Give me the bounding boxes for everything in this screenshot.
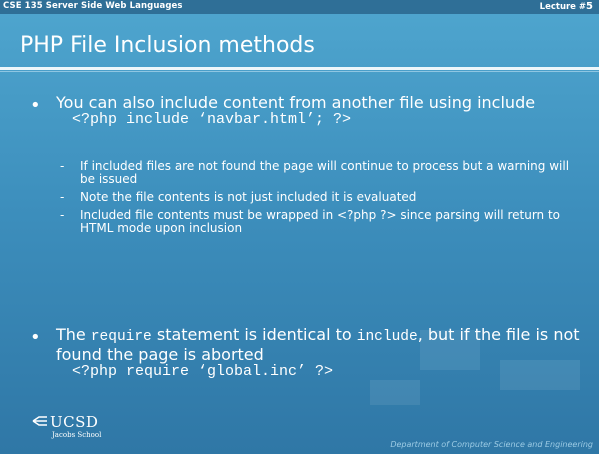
bullet-text-a: You can also include content from anothe… (56, 93, 472, 112)
slide-content: • You can also include content from anot… (0, 74, 599, 386)
bullet-text: The require statement is identical to in… (56, 326, 585, 363)
slide: CSE 135 Server Side Web Languages Lectur… (0, 0, 599, 454)
subpoint-list: - If included files are not found the pag… (60, 160, 580, 240)
bullet-text-mid: statement is identical to (151, 325, 357, 344)
ucsd-logo: UCSD Jacobs School (32, 413, 112, 445)
bullet-text: You can also include content from anothe… (56, 94, 575, 111)
subpoint: - Included file contents must be wrapped … (60, 209, 580, 235)
title-underline (0, 67, 599, 70)
bullet-require: • The require statement is identical to … (30, 326, 585, 381)
dash-marker: - (60, 208, 65, 222)
subpoint-text: If included files are not found the page… (80, 159, 570, 186)
code-example-include: <?php include ‘navbar.html’; ?> (72, 111, 352, 128)
dash-marker: - (60, 159, 65, 173)
bullet-text-pre: The (56, 325, 91, 344)
subpoint-text: Note the file contents is not just inclu… (80, 190, 417, 204)
bullet-marker: • (30, 95, 41, 116)
slide-title: PHP File Inclusion methods (20, 33, 315, 58)
lecture-number: Lecture #5 (540, 1, 593, 12)
bullet-text-b: include (477, 93, 536, 112)
lecture-num: 5 (586, 1, 593, 12)
bullet-marker: • (30, 327, 41, 348)
subpoint: - If included files are not found the pag… (60, 160, 580, 186)
keyword-require: require (90, 329, 152, 345)
bullet-include: • You can also include content from anot… (30, 94, 575, 129)
trident-icon (32, 415, 48, 431)
course-title: CSE 135 Server Side Web Languages (3, 1, 183, 11)
dash-marker: - (60, 190, 65, 204)
lecture-label: Lecture # (539, 2, 587, 12)
keyword-include: include (356, 329, 418, 345)
header-bar: CSE 135 Server Side Web Languages Lectur… (0, 0, 599, 14)
title-underline-thin (0, 71, 599, 72)
subpoint: - Note the file contents is not just incl… (60, 191, 580, 204)
logo-subtext: Jacobs School (52, 431, 102, 439)
department-footer: Department of Computer Science and Engin… (390, 440, 593, 449)
code-example-require: <?php require ‘global.inc’ ?> (72, 363, 334, 380)
logo-text: UCSD (50, 413, 99, 431)
subpoint-text: Included file contents must be wrapped i… (80, 208, 561, 235)
